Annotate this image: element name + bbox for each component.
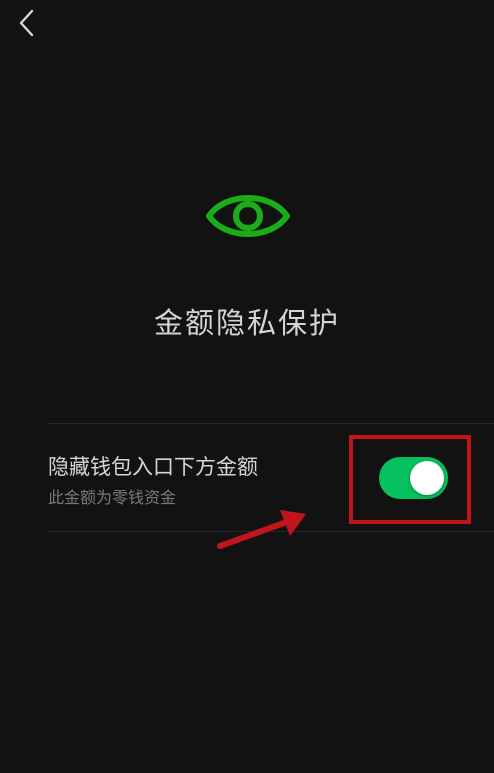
divider [48, 531, 494, 532]
setting-description: 此金额为零钱资金 [48, 488, 177, 507]
hide-amount-toggle[interactable] [379, 457, 448, 499]
toggle-knob [410, 461, 444, 495]
page-title: 金额隐私保护 [153, 306, 340, 340]
eye-icon [206, 195, 290, 237]
chevron-left-icon [19, 9, 34, 37]
setting-label: 隐藏钱包入口下方金额 [48, 455, 258, 479]
back-button[interactable] [10, 6, 44, 40]
